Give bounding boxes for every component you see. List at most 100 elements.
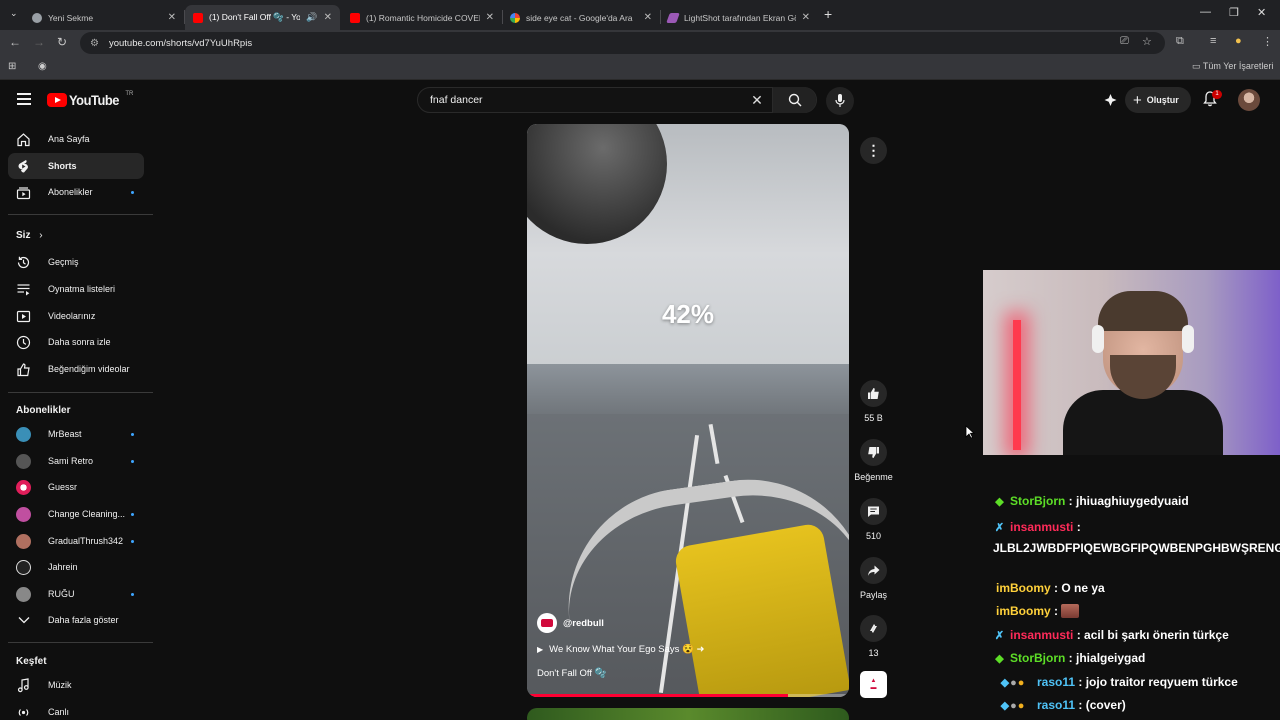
restore-icon[interactable]: ❐ (1229, 6, 1239, 19)
new-content-dot (131, 432, 134, 436)
search-input[interactable]: fnaf dancer (418, 94, 742, 106)
video-progress-bar[interactable] (527, 694, 849, 697)
apps-grid-icon[interactable]: ⊞ (8, 61, 16, 72)
sidebar-item-watch-later[interactable]: Daha sonra izle (8, 329, 144, 355)
channel-avatar (16, 559, 31, 575)
close-tab-icon[interactable]: ✕ (486, 12, 494, 23)
chat-text: (cover) (1085, 698, 1126, 712)
channel-name: Guessr (48, 482, 78, 492)
subscription-rugu[interactable]: RUĞU (8, 581, 144, 607)
clear-search-icon[interactable]: ✕ (742, 92, 772, 109)
tab-search-icon[interactable]: ⌄ (10, 8, 18, 19)
youtube-favicon-icon (350, 12, 360, 23)
playlists-icon (16, 282, 31, 297)
menu-kebab-icon[interactable]: ⋮ (1262, 35, 1273, 48)
hamburger-menu-icon[interactable] (17, 93, 31, 105)
short-music[interactable]: ▶ We Know What Your Ego Says 😵 ➜ (537, 644, 704, 655)
new-tab-plus-icon[interactable]: + (824, 6, 832, 22)
sidebar-item-label: Oynatma listeleri (48, 284, 116, 294)
chat-emote-icon (1061, 604, 1080, 618)
tab-romantic-homicide[interactable]: (1) Romantic Homicide COVER ✕ (342, 5, 502, 30)
close-tab-icon[interactable]: ✕ (644, 12, 652, 23)
subscription-sami-retro[interactable]: Sami Retro (8, 448, 144, 474)
country-code: TR (125, 91, 134, 97)
favicon-icon (32, 12, 42, 23)
subscription-gradualthrush342[interactable]: GradualThrush342 (8, 528, 144, 554)
next-short-preview[interactable] (527, 708, 849, 720)
subscriber-badges-icon: ◆●● (1000, 699, 1026, 712)
music-icon (16, 677, 31, 693)
reload-icon[interactable]: ↻ (57, 35, 67, 49)
sidebar-item-music[interactable]: Müzik (8, 672, 144, 698)
tab-google-search[interactable]: side eye cat - Google'da Ara ✕ (502, 5, 660, 30)
chat-username: insanmusti (1010, 520, 1074, 534)
cast-sparkle-icon[interactable] (1103, 93, 1118, 113)
show-more-button[interactable]: Daha fazla göster (8, 607, 144, 633)
remix-count: 13 (868, 648, 879, 658)
youtube-play-icon (47, 93, 67, 107)
you-section-header[interactable]: Siz › (16, 230, 43, 241)
search-button[interactable] (772, 87, 816, 113)
remix-button[interactable] (860, 615, 887, 642)
bookmark-star-icon[interactable]: ☆ (1142, 35, 1152, 48)
sidebar-item-shorts[interactable]: Shorts (8, 153, 144, 179)
all-bookmarks-button[interactable]: ▭ Tüm Yer İşaretleri (1192, 61, 1273, 72)
close-window-icon[interactable]: ✕ (1257, 6, 1266, 19)
share-button[interactable] (860, 557, 887, 584)
sidebar-item-live[interactable]: Canlı (8, 699, 144, 720)
site-info-icon[interactable]: ⚙ (90, 38, 99, 49)
sidebar-item-liked-videos[interactable]: Beğendiğim videolar (8, 356, 144, 382)
subscription-jahrein[interactable]: Jahrein (8, 554, 144, 580)
subscription-change-cleaning[interactable]: Change Cleaning... (8, 501, 144, 527)
media-control-icon[interactable]: ≡ (1210, 35, 1216, 47)
subscription-guessr[interactable]: Guessr (8, 474, 144, 500)
close-tab-icon[interactable]: ✕ (802, 12, 810, 23)
minimize-icon[interactable]: — (1200, 6, 1211, 18)
chat-message: ◆●● raso11 : (cover) (993, 698, 1126, 712)
close-tab-icon[interactable]: ✕ (168, 12, 176, 23)
all-bookmarks-label: Tüm Yer İşaretleri (1202, 61, 1274, 71)
sound-source-thumbnail[interactable]: ▲ ▬ (860, 671, 887, 698)
youtube-logo[interactable]: YouTube TR (47, 91, 134, 108)
channel-name: Sami Retro (48, 456, 94, 466)
sidebar-item-label: Videolarınız (48, 311, 96, 321)
channel-avatar (16, 506, 31, 522)
explore-section-header: Keşfet (16, 656, 47, 667)
forward-icon[interactable]: → (33, 35, 45, 49)
tab-lightshot[interactable]: LightShot tarafından Ekran Gör ✕ (660, 5, 818, 30)
extensions-icon[interactable]: ⧉ (1176, 35, 1184, 48)
back-icon[interactable]: ← (9, 35, 21, 49)
chat-username: raso11 (1037, 675, 1076, 689)
account-avatar[interactable] (1238, 89, 1260, 111)
sidebar-item-home[interactable]: Ana Sayfa (8, 126, 144, 152)
sidebar-item-history[interactable]: Geçmiş (8, 249, 144, 275)
short-channel[interactable]: @redbull (537, 613, 604, 633)
shorts-video-player[interactable]: 42% @redbull ▶ We Know What Your Ego Say… (527, 124, 849, 697)
microphone-icon (835, 94, 845, 107)
history-icon (16, 255, 31, 270)
dislike-button[interactable] (860, 439, 887, 466)
cast-icon[interactable]: ⎚ (1120, 35, 1129, 48)
sidebar-item-subscriptions[interactable]: Abonelikler (8, 179, 144, 205)
comments-button[interactable] (860, 498, 887, 525)
subscription-mrbeast[interactable]: MrBeast (8, 421, 144, 447)
shorts-icon (16, 159, 31, 174)
like-button[interactable] (860, 380, 887, 407)
profile-icon[interactable]: ● (1235, 35, 1242, 47)
address-bar[interactable]: ⚙ youtube.com/shorts/vd7YuUhRpis (80, 32, 1165, 54)
sidebar-item-your-videos[interactable]: Videolarınız (8, 303, 144, 329)
like-count: 55 B (864, 413, 883, 423)
more-options-button[interactable]: ⋮ (860, 137, 887, 164)
voice-search-button[interactable] (826, 87, 854, 115)
progress-fill (527, 694, 788, 697)
tab-youtube-short[interactable]: (1) Don't Fall Off 🫧 - YouTu 🔊 ✕ (185, 5, 340, 30)
globe-icon[interactable]: ◉ (38, 61, 47, 72)
channel-avatar (16, 533, 31, 549)
search-icon (788, 93, 801, 107)
create-button[interactable]: + Oluştur (1125, 87, 1191, 113)
sidebar-item-playlists[interactable]: Oynatma listeleri (8, 276, 144, 302)
audio-icon[interactable]: 🔊 (306, 12, 317, 23)
close-tab-icon[interactable]: ✕ (324, 12, 332, 23)
chat-text: jhialgeiygad (1076, 651, 1146, 665)
tab-new-tab[interactable]: Yeni Sekme ✕ (24, 5, 184, 30)
